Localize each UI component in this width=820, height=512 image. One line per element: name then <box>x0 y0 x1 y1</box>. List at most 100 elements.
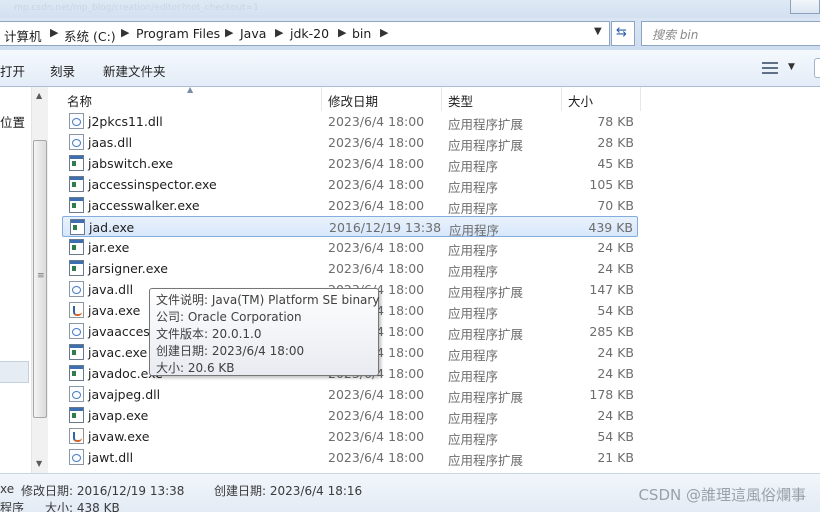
exe-icon <box>69 176 84 192</box>
breadcrumb-separator-icon[interactable]: ▶ <box>50 26 58 39</box>
refresh-button[interactable]: ⇆ <box>611 21 635 46</box>
breadcrumb-java[interactable]: Java <box>240 26 266 41</box>
column-header-type[interactable]: 类型 <box>448 91 473 110</box>
file-row[interactable]: jarsigner.exe 2023/6/4 18:00 应用程序 24 KB <box>62 258 638 279</box>
column-divider[interactable] <box>561 87 562 111</box>
file-row[interactable]: jabswitch.exe 2023/6/4 18:00 应用程序 45 KB <box>62 153 638 174</box>
file-modified-date: 2023/6/4 18:00 <box>328 177 425 192</box>
java-icon <box>69 302 84 318</box>
file-type: 应用程序 <box>448 201 499 216</box>
exe-icon <box>70 219 85 235</box>
file-size: 78 KB <box>597 114 634 129</box>
burn-button[interactable]: 刻录 <box>50 61 75 80</box>
tooltip-version: 文件版本: 20.0.1.0 <box>156 327 262 341</box>
status-file-type: 程序 <box>0 501 25 512</box>
dll-icon <box>69 323 84 339</box>
column-header-size[interactable]: 大小 <box>568 91 593 110</box>
file-modified-date: 2023/6/4 18:00 <box>328 114 425 129</box>
address-bar[interactable]: 计算机 ▶ 系统 (C:) ▶ Program Files ▶ Java ▶ j… <box>0 21 610 46</box>
exe-icon <box>69 197 84 213</box>
file-type: 应用程序 <box>448 369 499 384</box>
breadcrumb-separator-icon[interactable]: ▶ <box>275 26 283 39</box>
breadcrumb-separator-icon[interactable]: ▶ <box>380 26 388 39</box>
nav-item-location[interactable]: 位置 <box>0 112 25 131</box>
nav-scrollbar[interactable]: ▲ ≡ ▼ <box>31 87 48 473</box>
file-type: 应用程序 <box>448 306 499 321</box>
file-name: javac.exe <box>88 345 148 360</box>
open-button[interactable]: 打开 <box>0 61 25 80</box>
file-row[interactable]: jaccessinspector.exe 2023/6/4 18:00 应用程序 10… <box>62 174 638 195</box>
file-name: jaas.dll <box>88 135 133 150</box>
scroll-up-icon[interactable]: ▲ <box>36 91 42 100</box>
breadcrumb-drive-c[interactable]: 系统 (C:) <box>64 26 116 45</box>
file-row[interactable]: jaccesswalker.exe 2023/6/4 18:00 应用程序 70 KB <box>62 195 638 216</box>
view-dropdown-icon[interactable]: ▼ <box>788 62 795 72</box>
column-divider[interactable] <box>321 87 322 111</box>
file-type: 应用程序扩展 <box>448 117 524 132</box>
tooltip-created: 创建日期: 2023/6/4 18:00 <box>156 344 305 358</box>
breadcrumb-separator-icon[interactable]: ▶ <box>225 26 233 39</box>
file-size: 45 KB <box>597 156 634 171</box>
file-info-tooltip: 文件说明: Java(TM) Platform SE binary 公司: Or… <box>149 288 379 376</box>
file-list: ▲ 名称 修改日期 类型 大小 j2pkcs11.dll 2023/6/4 18:… <box>48 87 820 473</box>
view-options-icon[interactable] <box>762 61 778 75</box>
file-modified-date: 2016/12/19 13:38 <box>329 220 442 235</box>
file-name: java.dll <box>88 282 134 297</box>
status-file-name: xe <box>0 482 15 496</box>
breadcrumb-program-files[interactable]: Program Files <box>136 26 220 41</box>
search-input[interactable]: 搜索 bin <box>641 21 820 46</box>
scroll-down-icon[interactable]: ▼ <box>36 459 42 468</box>
tooltip-description: 文件说明: Java(TM) Platform SE binary <box>156 293 380 307</box>
file-modified-date: 2023/6/4 18:00 <box>328 387 425 402</box>
breadcrumb-jdk-20[interactable]: jdk-20 <box>290 26 329 41</box>
address-dropdown-icon[interactable]: ▼ <box>594 26 602 37</box>
file-type: 应用程序扩展 <box>448 453 524 468</box>
file-row[interactable]: javajpeg.dll 2023/6/4 18:00 应用程序扩展 178 KB <box>62 384 638 405</box>
file-type: 应用程序 <box>448 243 499 258</box>
file-row[interactable]: jawt.dll 2023/6/4 18:00 应用程序扩展 21 KB <box>62 447 638 468</box>
breadcrumb-bin[interactable]: bin <box>352 26 371 41</box>
file-row[interactable]: jar.exe 2023/6/4 18:00 应用程序 24 KB <box>62 237 638 258</box>
file-modified-date: 2023/6/4 18:00 <box>328 198 425 213</box>
file-row[interactable]: javaw.exe 2023/6/4 18:00 应用程序 54 KB <box>62 426 638 447</box>
scrollbar-thumb[interactable]: ≡ <box>33 140 47 418</box>
exe-icon <box>69 407 84 423</box>
file-name: jabswitch.exe <box>88 156 174 171</box>
tooltip-size: 大小: 20.6 KB <box>156 361 235 375</box>
file-row[interactable]: jaas.dll 2023/6/4 18:00 应用程序扩展 28 KB <box>62 132 638 153</box>
file-modified-date: 2023/6/4 18:00 <box>328 240 425 255</box>
dll-icon <box>69 281 84 297</box>
file-type: 应用程序扩展 <box>448 285 524 300</box>
file-row[interactable]: javap.exe 2023/6/4 18:00 应用程序 24 KB <box>62 405 638 426</box>
column-header-date[interactable]: 修改日期 <box>328 91 378 110</box>
window-control-button[interactable] <box>790 0 820 14</box>
breadcrumb-computer[interactable]: 计算机 <box>4 26 42 45</box>
file-size: 24 KB <box>597 261 634 276</box>
breadcrumb-separator-icon[interactable]: ▶ <box>121 26 129 39</box>
search-placeholder: 搜索 bin <box>652 28 699 42</box>
preview-pane-button[interactable] <box>814 58 820 78</box>
csdn-watermark: CSDN @誰理這風俗爛事 <box>638 486 806 504</box>
file-name: javaw.exe <box>88 429 150 444</box>
file-size: 24 KB <box>597 240 634 255</box>
file-type: 应用程序 <box>448 264 499 279</box>
java-icon <box>69 428 84 444</box>
file-size: 28 KB <box>597 135 634 150</box>
file-name: javap.exe <box>88 408 149 423</box>
exe-icon <box>69 344 84 360</box>
nav-selected-item[interactable] <box>0 361 29 383</box>
new-folder-button[interactable]: 新建文件夹 <box>103 61 166 80</box>
file-row[interactable]: jad.exe 2016/12/19 13:38 应用程序 439 KB <box>62 216 638 238</box>
column-header-name[interactable]: 名称 <box>67 91 92 110</box>
file-type: 应用程序扩展 <box>448 138 524 153</box>
window-title-strip: mp.csdn.net/mp_blog/creation/editor?not_… <box>0 0 820 18</box>
column-divider[interactable] <box>441 87 442 111</box>
file-size: 439 KB <box>588 220 633 235</box>
file-row[interactable]: j2pkcs11.dll 2023/6/4 18:00 应用程序扩展 78 KB <box>62 111 638 132</box>
file-modified-date: 2023/6/4 18:00 <box>328 450 425 465</box>
file-size: 24 KB <box>597 366 634 381</box>
file-modified-date: 2023/6/4 18:00 <box>328 261 425 276</box>
file-type: 应用程序扩展 <box>448 390 524 405</box>
column-divider[interactable] <box>640 87 641 111</box>
breadcrumb-separator-icon[interactable]: ▶ <box>338 26 346 39</box>
